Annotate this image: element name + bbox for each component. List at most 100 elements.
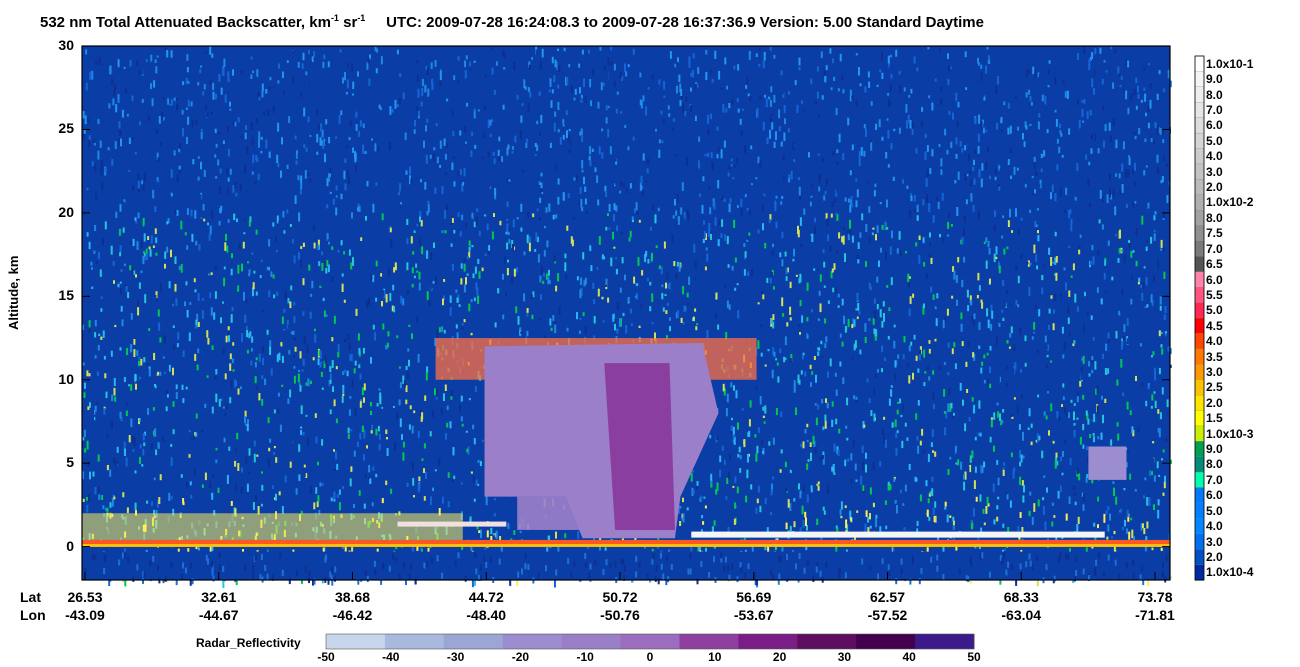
colorbar-label: 3.0	[1206, 534, 1223, 549]
lon-tick-label: -43.09	[65, 607, 105, 623]
low-cloud-left	[397, 521, 507, 527]
radar-colorbar-swatch	[326, 634, 386, 649]
colorbar-label: 3.0	[1206, 364, 1223, 379]
colorbar-label: 5.0	[1206, 503, 1223, 518]
radar-colorbar-swatch	[443, 634, 504, 649]
colorbar-swatch	[1194, 225, 1205, 242]
low-cloud-tops	[691, 531, 1105, 538]
lat-tick-label: 26.53	[67, 589, 103, 605]
colorbar-label: 6.0	[1206, 488, 1223, 503]
radar-tick-label: -50	[317, 650, 335, 664]
colorbar-swatch	[1194, 410, 1205, 427]
surface-haze	[82, 513, 463, 540]
lat-tick-label: 32.61	[201, 589, 237, 605]
y-tick-label: 5	[66, 454, 74, 471]
radar-tick-label: 20	[772, 650, 787, 664]
colorbar-swatch	[1194, 194, 1205, 211]
colorbar-swatch	[1194, 102, 1205, 119]
radar-colorbar-title: Radar_Reflectivity	[196, 636, 301, 650]
colorbar-swatch	[1194, 348, 1205, 365]
lat-tick-label: 68.33	[1003, 589, 1039, 605]
y-tick-label: 20	[58, 203, 74, 220]
colorbar-label: 1.0x10-4	[1206, 565, 1254, 580]
lon-axis-label: Lon	[20, 607, 46, 623]
radar-tick-label: 30	[837, 650, 852, 664]
colorbar-swatch	[1194, 256, 1205, 273]
colorbar-swatch	[1194, 456, 1205, 473]
lat-axis-label: Lat	[20, 589, 41, 605]
radar-colorbar-swatch	[384, 634, 445, 649]
colorbar-swatch	[1194, 333, 1205, 350]
radar-tick-label: -20	[511, 650, 530, 664]
colorbar-label: 2.5	[1206, 380, 1223, 395]
colorbar-swatch	[1194, 425, 1205, 442]
lon-tick-label: -50.76	[600, 607, 640, 623]
colorbar-label: 6.0	[1206, 272, 1223, 287]
colorbar-label: 8.0	[1206, 457, 1223, 472]
colorbar-swatch	[1194, 179, 1205, 196]
radar-colorbar-swatch	[502, 634, 563, 649]
lon-tick-label: -46.42	[332, 607, 373, 623]
lat-tick-label: 38.68	[334, 589, 371, 605]
colorbar-swatch	[1194, 502, 1205, 519]
colorbar-label: 8.0	[1206, 87, 1223, 102]
surface-return-line	[82, 539, 1170, 544]
radar-small-patch	[1088, 446, 1127, 480]
colorbar-swatch	[1194, 209, 1205, 227]
colorbar-swatch	[1194, 287, 1205, 304]
lon-tick-label: -48.40	[466, 607, 507, 623]
lat-tick-label: 73.78	[1137, 589, 1173, 605]
radar-colorbar-swatch	[856, 634, 916, 649]
radar-colorbar-swatch	[797, 634, 857, 649]
surface-return-edge	[82, 543, 1170, 547]
lon-tick-label: -53.67	[733, 607, 774, 623]
colorbar-swatch	[1194, 148, 1205, 165]
colorbar-swatch	[1194, 394, 1205, 412]
colorbar-label: 7.0	[1206, 241, 1223, 256]
y-tick-label: 10	[58, 370, 74, 387]
y-tick-label: 0	[66, 537, 74, 554]
backscatter-chart	[81, 45, 1205, 650]
lat-tick-label: 62.57	[869, 589, 906, 605]
colorbar-swatch	[1194, 317, 1205, 335]
radar-tick-label: -10	[576, 650, 594, 664]
radar-colorbar-swatch	[915, 634, 975, 649]
colorbar-label: 4.5	[1206, 318, 1223, 333]
radar-colorbar-swatch	[679, 634, 739, 649]
colorbar-swatch	[1194, 71, 1205, 88]
radar-tick-label: -30	[446, 650, 465, 664]
radar-storm-core	[604, 363, 675, 530]
colorbar-label: 1.0x10-3	[1206, 426, 1254, 441]
colorbar-swatch	[1194, 55, 1205, 73]
lat-tick-label: 44.72	[468, 589, 504, 605]
colorbar-label: 7.5	[1206, 226, 1223, 241]
colorbar-swatch	[1194, 271, 1205, 288]
colorbar-label: 2.0	[1206, 395, 1223, 410]
colorbar-label: 8.0	[1206, 210, 1223, 225]
radar-colorbar-swatch	[620, 634, 680, 649]
colorbar-label: 3.5	[1206, 349, 1223, 364]
colorbar-label: 5.0	[1206, 303, 1223, 318]
lon-tick-label: -71.81	[1135, 607, 1175, 623]
colorbar-swatch	[1194, 564, 1205, 581]
colorbar-label: 2.0	[1206, 549, 1223, 564]
radar-tick-label: 0	[646, 650, 654, 664]
colorbar-swatch	[1194, 163, 1205, 180]
radar-colorbar-swatch	[561, 634, 621, 649]
lon-tick-label: -57.52	[867, 607, 908, 623]
colorbar-label: 1.0x10-1	[1206, 56, 1254, 71]
colorbar-label: 4.0	[1206, 149, 1223, 164]
colorbar-label: 1.5	[1206, 411, 1223, 426]
colorbar-swatch	[1194, 364, 1205, 381]
colorbar-swatch	[1194, 240, 1205, 257]
lat-tick-label: 56.69	[736, 589, 772, 605]
colorbar-swatch	[1194, 117, 1205, 134]
radar-storm-skirt	[517, 496, 605, 530]
colorbar-label: 7.0	[1206, 472, 1223, 487]
colorbar-label: 9.0	[1206, 72, 1223, 87]
colorbar-swatch	[1194, 549, 1205, 566]
colorbar-swatch	[1194, 518, 1205, 535]
colorbar-label: 6.5	[1206, 257, 1223, 272]
colorbar-label: 4.0	[1206, 519, 1223, 534]
colorbar-swatch	[1194, 471, 1205, 489]
